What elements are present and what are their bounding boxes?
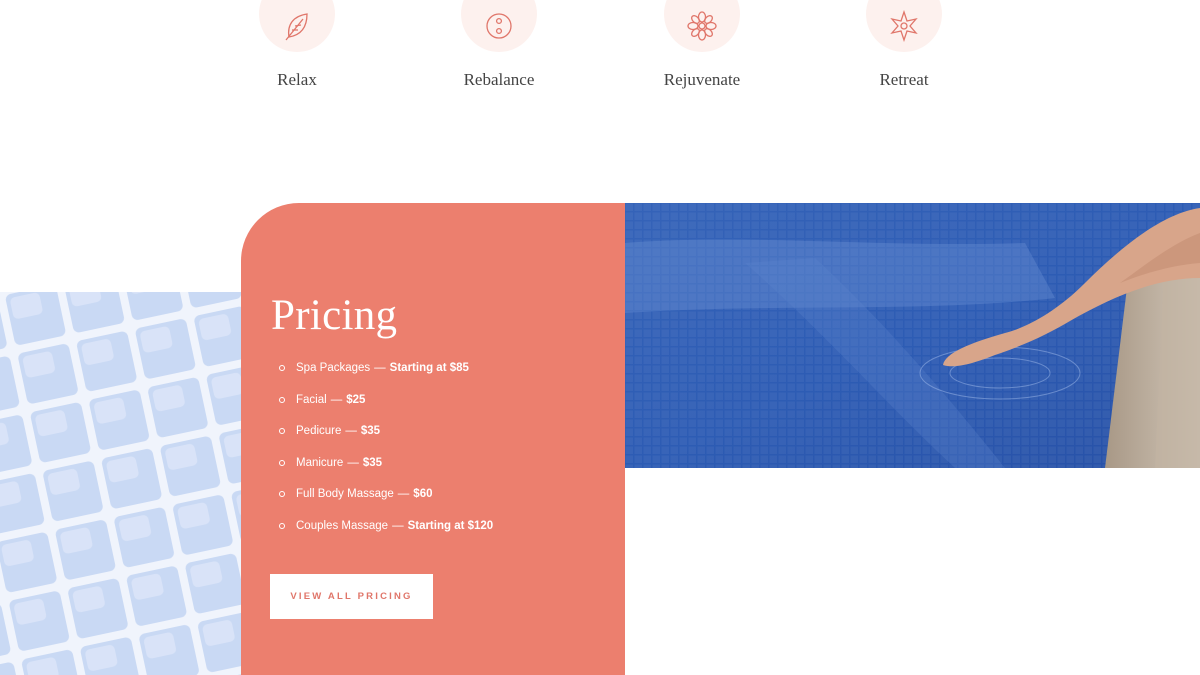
dash: — bbox=[397, 488, 410, 500]
service-name: Manicure bbox=[296, 456, 344, 469]
features-row: Relax Rebalance Rejuvenate Retreat bbox=[0, 0, 1200, 110]
pricing-card: Pricing Spa Packages — Starting at $85 Fac… bbox=[241, 203, 625, 675]
service-name: Spa Packages bbox=[296, 362, 371, 374]
bullet-icon bbox=[279, 428, 285, 434]
price-item: Pedicure — $35 bbox=[271, 421, 493, 453]
dash: — bbox=[374, 362, 386, 374]
price-item: Manicure — $35 bbox=[271, 453, 493, 485]
feature-label: Rebalance bbox=[463, 70, 535, 89]
tile-texture-image bbox=[0, 292, 245, 675]
dash: — bbox=[345, 425, 357, 437]
service-price: $60 bbox=[413, 488, 433, 500]
bullet-icon bbox=[279, 491, 285, 497]
bullet-icon bbox=[279, 396, 285, 403]
price-list: Spa Packages — Starting at $85 Facial — $25 … bbox=[271, 358, 493, 547]
flower-icon bbox=[664, 0, 740, 52]
bullet-icon bbox=[279, 459, 285, 466]
service-name: Pedicure bbox=[296, 425, 342, 437]
feature-label: Relax bbox=[277, 70, 317, 89]
price-item: Facial — $25 bbox=[271, 390, 493, 422]
view-all-pricing-button[interactable]: VIEW ALL PRICING bbox=[270, 574, 433, 619]
price-item: Spa Packages — Starting at $85 bbox=[271, 358, 493, 390]
service-price: Starting at $85 bbox=[389, 362, 469, 374]
dash: — bbox=[392, 519, 404, 532]
pool-photo-image bbox=[625, 203, 1200, 468]
dash: — bbox=[330, 393, 343, 406]
button-icon bbox=[461, 0, 537, 52]
service-name: Facial bbox=[296, 393, 327, 406]
leaf-icon bbox=[259, 0, 335, 52]
service-price: $35 bbox=[360, 425, 381, 437]
service-price: $35 bbox=[362, 456, 382, 469]
pricing-title: Pricing bbox=[271, 292, 398, 339]
service-name: Full Body Massage bbox=[296, 488, 394, 500]
dash: — bbox=[347, 456, 359, 469]
service-name: Couples Massage bbox=[296, 519, 389, 532]
bullet-icon bbox=[279, 522, 285, 529]
bullet-icon bbox=[279, 365, 285, 371]
service-price: $25 bbox=[346, 393, 366, 406]
feature-label: Retreat bbox=[879, 70, 929, 89]
service-price: Starting at $120 bbox=[407, 519, 494, 532]
price-item: Couples Massage — Starting at $120 bbox=[271, 516, 493, 548]
star-icon bbox=[866, 0, 942, 52]
price-item: Full Body Massage — $60 bbox=[271, 484, 493, 516]
feature-label: Rejuvenate bbox=[663, 70, 741, 89]
